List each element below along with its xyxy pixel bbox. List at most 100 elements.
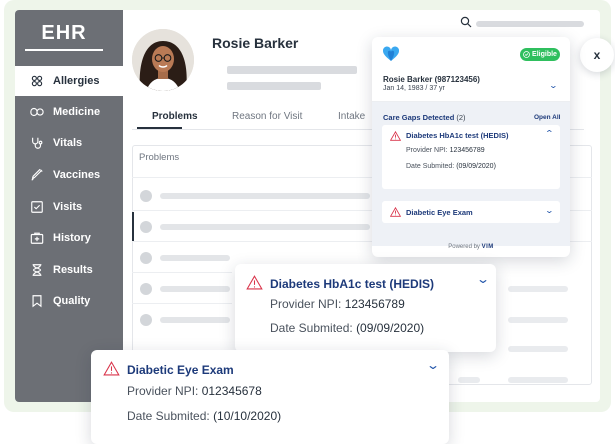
table-header: Problems [139, 152, 180, 163]
sidebar-item-visits[interactable]: Visits [15, 192, 123, 222]
care-gap-card-hba1c[interactable]: Diabetes HbA1c test (HEDIS) ⌄ Provider N… [382, 125, 560, 189]
placeholder-bar [227, 66, 357, 74]
tab-intake[interactable]: Intake [338, 111, 365, 122]
status-label: Eligible [532, 51, 557, 58]
table-row-placeholder [160, 255, 230, 261]
table-row-placeholder [160, 286, 230, 292]
briefcase-medical-icon [29, 230, 45, 246]
tab-problems[interactable]: Problems [152, 111, 198, 122]
sidebar-item-quality[interactable]: Quality [15, 286, 123, 316]
open-all-link[interactable]: Open All [534, 114, 560, 121]
warning-icon [103, 361, 120, 376]
provider-npi: Provider NPI: 012345678 [127, 384, 262, 398]
tab-reason-for-visit[interactable]: Reason for Visit [232, 111, 302, 122]
sidebar-item-label: History [53, 232, 91, 244]
date-submitted-value: (10/10/2020) [213, 409, 282, 423]
patient-name: Rosie Barker [212, 35, 299, 51]
stethoscope-icon [29, 135, 45, 151]
chevron-up-icon[interactable]: ⌄ [545, 128, 554, 137]
date-submitted: Date Submited: (09/09/2020) [406, 163, 496, 170]
row-select-circle[interactable] [140, 221, 152, 233]
care-gap-title: Diabetic Eye Exam [406, 208, 473, 217]
sidebar-item-label: Vaccines [53, 169, 101, 181]
care-gap-detail-hba1c: Diabetes HbA1c test (HEDIS) ⌄ Provider N… [235, 264, 496, 352]
provider-npi-value: 012345678 [201, 384, 262, 398]
table-row-placeholder [160, 193, 370, 199]
warning-icon [390, 131, 401, 141]
sidebar-item-results[interactable]: Results [15, 255, 123, 285]
warning-icon [390, 207, 401, 217]
vim-patient-line: Rosie Barker (987123456) [383, 75, 480, 84]
care-gap-title: Diabetes HbA1c test (HEDIS) [270, 277, 435, 291]
row-select-circle[interactable] [140, 252, 152, 264]
care-gap-card-eye-exam[interactable]: Diabetic Eye Exam ⌄ [382, 201, 560, 223]
care-gaps-title: Care Gaps Detected (2) [383, 113, 466, 122]
care-gaps-count: (2) [456, 113, 466, 122]
vim-care-gaps-panel: Eligible Rosie Barker (987123456) Jan 14… [372, 37, 570, 257]
date-submitted-label: Date Submited: [127, 409, 210, 423]
close-icon: x [593, 48, 601, 62]
vim-dob-line: Jan 14, 1983 / 37 yr [383, 85, 445, 92]
chevron-down-icon[interactable]: ⌄ [426, 358, 440, 372]
sidebar-item-vaccines[interactable]: Vaccines [15, 160, 123, 190]
sidebar-item-label: Quality [53, 295, 91, 307]
sidebar-item-label: Allergies [53, 75, 100, 87]
vim-brand: VIM [481, 244, 494, 250]
close-button[interactable]: x [580, 38, 614, 72]
selected-row-indicator [132, 212, 134, 242]
care-gaps-title-text: Care Gaps Detected [383, 113, 455, 122]
hourglass-icon [29, 262, 45, 278]
row-select-circle[interactable] [140, 190, 152, 202]
table-row-placeholder [508, 377, 568, 383]
row-select-circle[interactable] [140, 314, 152, 326]
avatar [132, 29, 194, 91]
sidebar-item-history[interactable]: History [15, 223, 123, 253]
date-submitted-value: (09/09/2020) [456, 163, 496, 170]
powered-by: Powered by VIM [372, 244, 570, 250]
sidebar-item-label: Vitals [53, 137, 83, 149]
bookmark-icon [29, 293, 45, 309]
search-icon[interactable] [460, 16, 472, 28]
date-submitted: Date Submited: (10/10/2020) [127, 409, 281, 423]
chevron-down-icon[interactable]: ⌄ [549, 81, 558, 90]
provider-npi-label: Provider NPI: [270, 297, 342, 311]
sidebar-item-label: Medicine [53, 106, 101, 118]
table-row-placeholder [508, 346, 568, 352]
table-row-placeholder [508, 286, 568, 292]
date-submitted-value: (09/09/2020) [356, 321, 425, 335]
checkbox-icon [29, 199, 45, 215]
placeholder-bar [227, 82, 321, 90]
table-row-placeholder [160, 317, 230, 323]
date-submitted-label: Date Submited: [270, 321, 353, 335]
sidebar-item-vitals[interactable]: Vitals [15, 128, 123, 158]
provider-npi-value: 123456789 [449, 147, 485, 154]
allergies-icon [29, 73, 45, 89]
status-badge: Eligible [520, 48, 560, 61]
row-divider [132, 272, 232, 273]
provider-npi-value: 123456789 [344, 297, 405, 311]
provider-npi: Provider NPI: 123456789 [406, 147, 485, 154]
sidebar-item-label: Visits [53, 201, 83, 213]
care-gap-title: Diabetic Eye Exam [127, 363, 234, 377]
care-gap-detail-eye-exam: Diabetic Eye Exam ⌄ Provider NPI: 012345… [91, 350, 449, 444]
sidebar-item-medicine[interactable]: Medicine [15, 97, 123, 127]
provider-npi-label: Provider NPI: [127, 384, 199, 398]
provider-npi: Provider NPI: 123456789 [270, 297, 405, 311]
powered-by-label: Powered by [448, 244, 480, 250]
check-circle-icon [523, 51, 530, 58]
care-gap-title: Diabetes HbA1c test (HEDIS) [406, 131, 509, 140]
table-row-placeholder [458, 377, 480, 383]
warning-icon [246, 275, 263, 290]
row-divider [132, 303, 232, 304]
ehr-logo: EHR [25, 22, 103, 51]
search-input[interactable] [476, 21, 584, 27]
row-select-circle[interactable] [140, 283, 152, 295]
chevron-down-icon[interactable]: ⌄ [545, 206, 554, 215]
table-row-placeholder [160, 224, 370, 230]
sidebar-item-allergies[interactable]: Allergies [15, 66, 123, 96]
sidebar-item-label: Results [53, 264, 93, 276]
provider-npi-label: Provider NPI: [406, 147, 448, 154]
syringe-icon [29, 167, 45, 183]
chevron-down-icon[interactable]: ⌄ [476, 272, 490, 286]
active-tab-indicator [137, 127, 182, 129]
